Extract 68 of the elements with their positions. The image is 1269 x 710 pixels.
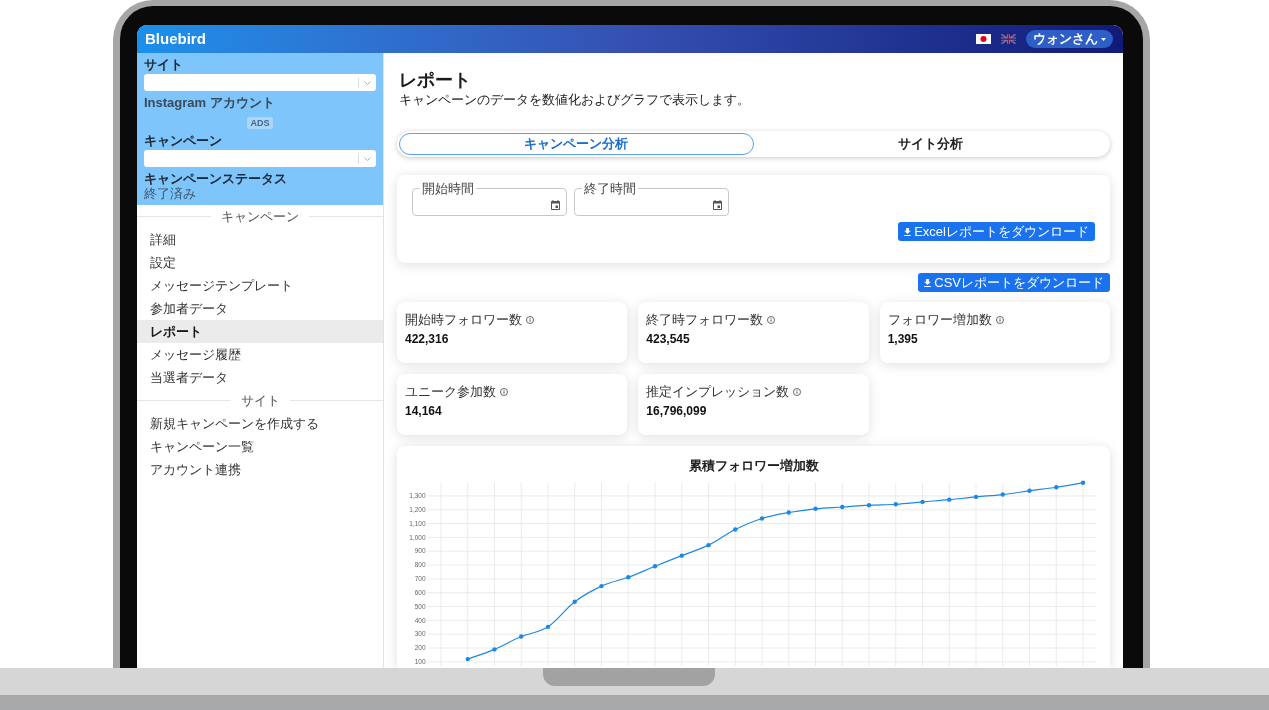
japanese-flag-icon[interactable] [976,34,991,44]
data-point [920,499,925,505]
data-point [1080,480,1086,485]
chart-title: 累積フォロワー増加数 [688,458,819,473]
stat-label: 推定インプレッション数 [646,384,790,399]
stat-label: フォロワー増加数 [887,312,992,327]
stat-value: 16,796,099 [646,404,708,418]
stat-label: 開始時フォロワー数 [405,312,522,327]
data-point [759,516,765,521]
data-point [679,553,684,558]
data-point [1054,485,1059,490]
status-value: 終了済み [144,186,197,201]
tab[interactable]: サイト分析 [753,133,1108,155]
info-icon [526,315,534,324]
stat-value: 422,316 [405,332,450,346]
download-icon [924,278,932,287]
select-field[interactable] [144,74,376,91]
data-point [626,575,631,580]
user-menu-button[interactable]: ウォンさん [1026,30,1113,48]
csv-download-button[interactable]: CSVレポートをダウンロード [918,273,1110,292]
calendar-icon[interactable] [551,199,560,210]
stat-value: 423,545 [646,332,691,346]
caret-icon [1101,37,1106,41]
sidebar-item[interactable]: レポート [137,320,383,343]
info-icon [995,315,1004,324]
data-point [893,502,898,507]
field-label: Instagram アカウント [144,96,276,110]
data-point [813,506,818,511]
data-point [947,497,952,502]
page-subtitle: キャンペーンのデータを数値化およびグラフで表示します。 [399,92,751,108]
field-label: キャンペーンステータス [144,172,288,186]
ads-badge: ADS [247,117,273,129]
stat-value: 14,164 [405,404,443,418]
info-icon [767,315,776,324]
data-point [866,503,872,508]
data-point [519,634,524,639]
data-point [840,504,845,510]
chevron-down-icon [364,156,371,161]
data-point [492,647,497,652]
stat-label: ユニーク参加数 [405,384,496,399]
field-label: サイト [144,58,184,72]
stat-label: 終了時フォロワー数 [646,312,764,327]
data-point [572,599,577,604]
download-icon [904,227,912,236]
data-point [599,583,604,589]
section-heading: サイト [239,393,281,408]
excel-download-button[interactable]: Excelレポートをダウンロード [898,222,1095,241]
section-heading: キャンペーン [220,209,300,224]
data-point [973,494,979,500]
page-title: レポート [399,69,472,91]
info-icon [500,387,508,396]
data-point [1027,488,1032,493]
date-field[interactable]: 終了時間 [574,182,729,216]
stat-value: 1,395 [887,332,919,346]
select-field[interactable] [144,150,376,167]
chevron-down-icon [364,80,371,85]
data-point [465,656,470,662]
app-logo[interactable]: Bluebird [145,30,206,48]
date-field[interactable]: 開始時間 [412,182,567,216]
calendar-icon[interactable] [713,199,722,210]
info-icon [793,387,802,396]
data-point [706,542,711,548]
data-point [786,510,791,515]
data-point [1000,492,1005,497]
field-label: キャンペーン [144,134,223,148]
data-point [545,624,551,630]
data-point [733,527,738,532]
data-point [652,564,658,569]
